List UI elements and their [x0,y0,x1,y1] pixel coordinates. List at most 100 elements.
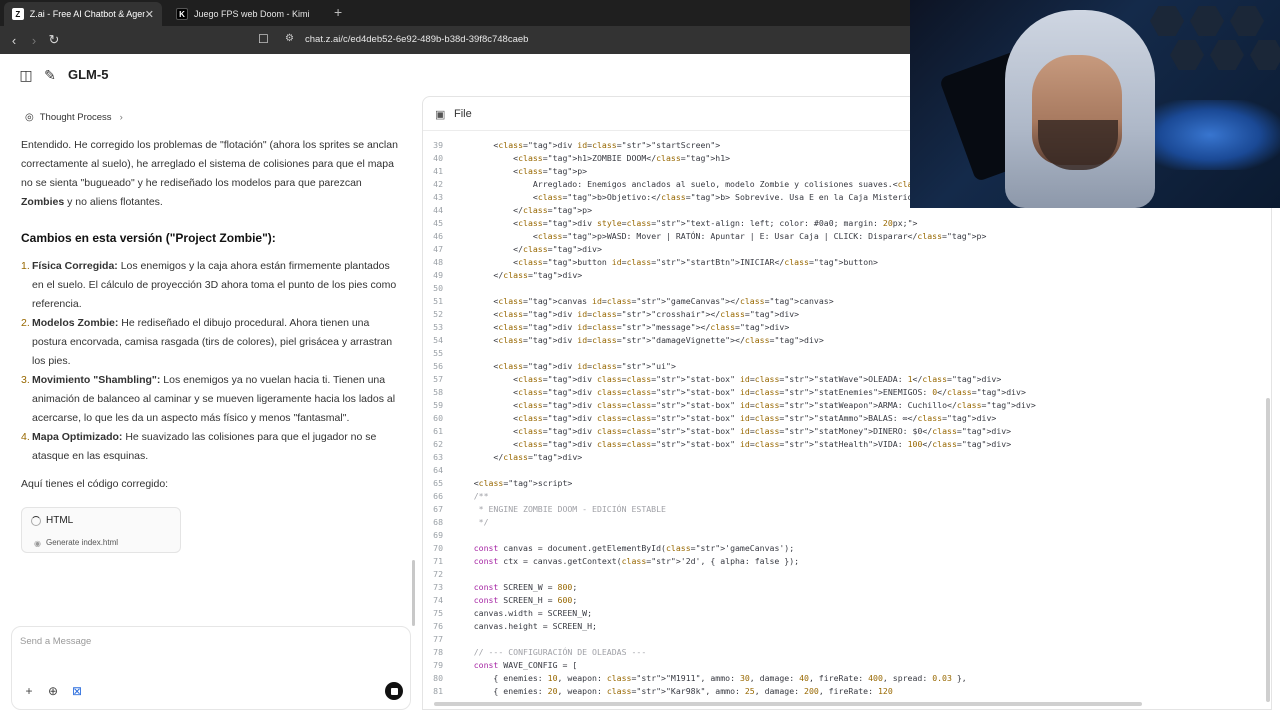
code-line: 52 <class="tag">div id=class="str">"cros… [423,308,1271,321]
sidebar-toggle-icon[interactable]: ◫ [17,66,35,84]
code-line: 48 <class="tag">button id=class="str">"s… [423,256,1271,269]
code-line: 53 <class="tag">div id=class="str">"mess… [423,321,1271,334]
code-text: <class="tag">div class=class="str">"stat… [454,426,1012,436]
model-name[interactable]: GLM-5 [68,67,108,82]
line-number: 61 [433,426,443,436]
line-number: 57 [433,374,443,384]
code-line: 81 { enemies: 20, weapon: class="str">"K… [423,685,1271,698]
line-number: 41 [433,166,443,176]
code-line: 67 * ENGINE ZOMBIE DOOM - EDICIÓN ESTABL… [423,503,1271,516]
status-dot-icon: ◉ [34,539,41,548]
code-text: <class="tag">div id=class="str">"ui"> [454,361,676,371]
message-input[interactable]: Send a Message [20,636,91,647]
code-line: 70 const canvas = document.getElementByI… [423,542,1271,555]
line-number: 70 [433,543,443,553]
line-number: 58 [433,387,443,397]
chat-scrollbar[interactable] [412,560,415,626]
browser-tab-zai[interactable]: Z Z.ai - Free AI Chatbot & Agent p ✕ [4,2,162,26]
stop-generation-button[interactable] [385,682,403,700]
line-number: 63 [433,452,443,462]
code-text: * ENGINE ZOMBIE DOOM - EDICIÓN ESTABLE [454,504,666,514]
new-chat-icon[interactable]: ✎ [41,66,59,84]
line-number: 72 [433,569,443,579]
code-text: <class="tag">div class=class="str">"stat… [454,413,997,423]
code-text: canvas.width = SCREEN_W; [454,608,593,618]
browser-tab-kimi[interactable]: K Juego FPS web Doom - Kimi [168,2,328,26]
code-text: <class="tag">div id=class="str">"damageV… [454,335,824,345]
code-text: <class="tag">script> [454,478,573,488]
intro-text-end: y no aliens flotantes. [64,196,163,208]
url-text[interactable]: chat.z.ai/c/ed4deb52-6e92-489b-b38d-39f8… [305,34,528,45]
line-number: 47 [433,244,443,254]
list-item: 2. Modelos Zombie: He rediseñado el dibuj… [21,314,399,371]
list-item: 4. Mapa Optimizado: He suavizado las coli… [21,428,399,466]
line-number: 49 [433,270,443,280]
code-text: <class="tag">div class=class="str">"stat… [454,400,1036,410]
line-number: 75 [433,608,443,618]
line-number: 50 [433,283,443,293]
reload-icon[interactable]: ↻ [44,30,64,50]
message-composer[interactable]: Send a Message + ⊕ ⊠ [11,626,411,710]
tab-label: Z.ai - Free AI Chatbot & Agent p [29,9,145,19]
line-number: 43 [433,192,443,202]
file-icon: ▣ [435,109,446,121]
tools-icon[interactable]: ⊠ [70,684,84,698]
line-number: 77 [433,634,443,644]
zai-favicon-icon: Z [12,8,24,20]
code-text: /** [454,491,489,501]
list-number: 3. [21,374,30,386]
code-text: <class="tag">h1>ZOMBIE DOOM</class="tag"… [454,153,731,163]
line-number: 68 [433,517,443,527]
code-line: 79 const WAVE_CONFIG = [ [423,659,1271,672]
code-line: 71 const ctx = canvas.getContext(class="… [423,555,1271,568]
line-number: 48 [433,257,443,267]
code-card-title: HTML [46,515,74,526]
code-artifact-card[interactable]: HTML ◉ Generate index.html [21,507,181,553]
vertical-scrollbar[interactable] [1266,398,1270,702]
code-text: </class="tag">div> [454,452,583,462]
code-line: 78 // --- CONFIGURACIÓN DE OLEADAS --- [423,646,1271,659]
new-tab-icon[interactable]: + [334,4,342,20]
list-item-title: Modelos Zombie: [32,317,119,329]
tab-close-icon[interactable]: ✕ [145,8,154,21]
code-line: 46 <class="tag">p>WASD: Mover | RATÓN: A… [423,230,1271,243]
plus-icon[interactable]: + [22,684,36,698]
code-text: <class="tag">div class=class="str">"stat… [454,439,1012,449]
back-icon[interactable]: ‹ [4,30,24,50]
line-number: 74 [433,595,443,605]
code-line: 45 <class="tag">div style=class="str">"t… [423,217,1271,230]
line-number: 79 [433,660,443,670]
code-line: 66 /** [423,490,1271,503]
code-line: 47 </class="tag">div> [423,243,1271,256]
line-number: 39 [433,140,443,150]
code-line: 72 [423,568,1271,581]
code-line: 61 <class="tag">div class=class="str">"s… [423,425,1271,438]
code-text: <class="tag">div class=class="str">"stat… [454,374,1002,384]
bookmark-icon[interactable]: ☐ [258,32,269,46]
globe-icon[interactable]: ⊕ [46,684,60,698]
code-line: 75 canvas.width = SCREEN_W; [423,607,1271,620]
site-settings-icon[interactable]: ⚙ [285,33,294,44]
line-number: 78 [433,647,443,657]
code-line: 50 [423,282,1271,295]
code-text: </class="tag">div> [454,270,583,280]
code-text: Arreglado: Enemigos anclados al suelo, m… [454,179,972,189]
chat-message: ◎ Thought Process › Entendido. He correg… [21,106,399,494]
line-number: 55 [433,348,443,358]
line-number: 59 [433,400,443,410]
list-number: 2. [21,317,30,329]
code-text: const SCREEN_H = 600; [473,595,578,605]
code-line: 56 <class="tag">div id=class="str">"ui"> [423,360,1271,373]
code-text: <class="tag">p>WASD: Mover | RATÓN: Apun… [454,231,987,241]
line-number: 64 [433,465,443,475]
horizontal-scrollbar[interactable] [434,702,1142,706]
code-line: 80 { enemies: 10, weapon: class="str">"M… [423,672,1271,685]
code-editor[interactable]: 39 <class="tag">div id=class="str">"star… [423,139,1271,698]
list-item: 3. Movimiento "Shambling": Los enemigos y… [21,371,399,428]
code-line: 63 </class="tag">div> [423,451,1271,464]
tab-label: Juego FPS web Doom - Kimi [194,9,310,19]
outro-text: Aquí tienes el código corregido: [21,478,169,490]
stop-icon [390,687,398,695]
forward-icon[interactable]: › [24,30,44,50]
thought-process-toggle[interactable]: ◎ Thought Process › [25,106,399,128]
